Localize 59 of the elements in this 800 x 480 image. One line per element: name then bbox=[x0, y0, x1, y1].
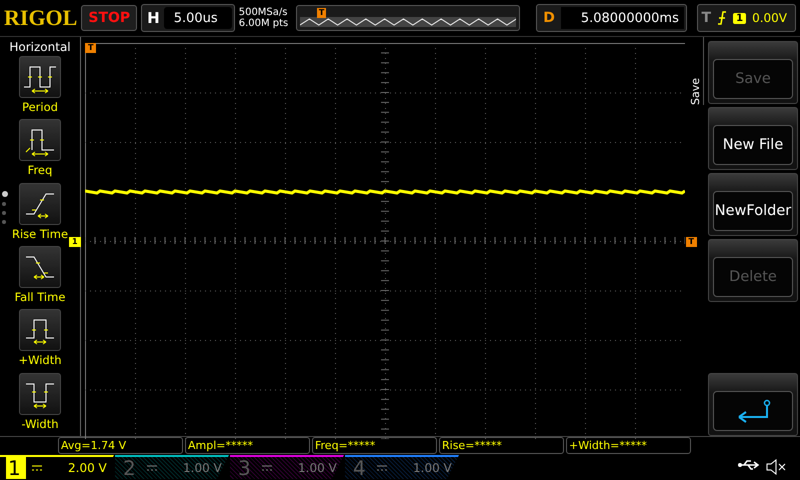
trigger-position-marker: T bbox=[85, 43, 96, 53]
measurement-readout: +Width=***** bbox=[566, 437, 691, 454]
dc-coupling-icon bbox=[262, 465, 272, 471]
channel-scale: 2.00 V bbox=[68, 461, 107, 475]
memory-depth: 6.00M pts bbox=[238, 18, 290, 29]
channel-tab[interactable]: 4 1.00 V bbox=[345, 455, 459, 479]
measure-icon[interactable] bbox=[19, 56, 61, 98]
channel-tab[interactable]: 1 2.00 V bbox=[0, 455, 114, 479]
measure-icon[interactable] bbox=[18, 246, 61, 288]
measure-icon[interactable] bbox=[19, 182, 61, 225]
menu-title: Horizontal bbox=[9, 40, 71, 54]
measure-label: Rise Time bbox=[12, 226, 68, 241]
run-stop-status[interactable]: STOP bbox=[81, 5, 138, 31]
measurement-readout: Ampl=***** bbox=[185, 437, 310, 454]
channel-scale: 1.00 V bbox=[413, 461, 452, 475]
trigger-display[interactable]: T 1 0.00V bbox=[696, 4, 796, 32]
measure-icon[interactable] bbox=[18, 309, 61, 352]
delay-label: D bbox=[543, 10, 555, 26]
softkey-button[interactable]: NewFolder bbox=[708, 173, 798, 236]
channel-number: 4 bbox=[352, 456, 367, 480]
timebase-display[interactable]: H 5.00us bbox=[141, 4, 235, 32]
softkey-button[interactable]: New File bbox=[708, 107, 798, 170]
delay-value: 5.08000000ms bbox=[560, 7, 684, 29]
measure-label: -Width bbox=[21, 416, 59, 431]
measurement-readout: Rise=***** bbox=[439, 437, 564, 454]
channel-tab[interactable]: 2 1.00 V bbox=[115, 455, 229, 479]
channel-offset-marker: 1 bbox=[69, 237, 81, 247]
menu-tab-title: Save bbox=[688, 76, 702, 105]
channel-scale: 1.00 V bbox=[183, 461, 222, 475]
trigger-source: 1 bbox=[733, 12, 746, 24]
measurement-readout: Freq=***** bbox=[312, 437, 437, 454]
delay-display[interactable]: D 5.08000000ms bbox=[536, 4, 687, 32]
back-button[interactable] bbox=[708, 373, 798, 436]
dc-coupling-icon bbox=[147, 465, 157, 471]
measure-label: Freq bbox=[28, 163, 52, 178]
measure-label: Fall Time bbox=[14, 290, 66, 304]
brand-logo: RIGOL bbox=[4, 5, 78, 31]
trigger-level: 0.00V bbox=[752, 11, 787, 25]
measure-label: Period bbox=[22, 100, 58, 114]
trigger-label: T bbox=[702, 10, 712, 26]
rising-edge-icon bbox=[717, 11, 728, 25]
channel-number: 1 bbox=[6, 456, 26, 480]
measure-icon[interactable] bbox=[19, 372, 61, 415]
measurement-readout: Avg=1.74 V bbox=[58, 437, 183, 454]
timebase-value: 5.00us bbox=[164, 7, 232, 29]
measure-icon[interactable] bbox=[19, 119, 61, 162]
sample-rate: 500MSa/s bbox=[238, 7, 288, 18]
channel-scale: 1.00 V bbox=[298, 461, 337, 475]
trigger-level-marker: T bbox=[686, 237, 697, 247]
measure-label: +Width bbox=[18, 353, 62, 368]
usb-icon bbox=[738, 459, 760, 471]
channel-tab[interactable]: 3 1.00 V bbox=[230, 455, 344, 479]
speaker-muted-icon bbox=[766, 459, 786, 475]
dc-coupling-icon bbox=[32, 465, 42, 471]
channel-number: 2 bbox=[122, 456, 137, 480]
channel-number: 3 bbox=[237, 456, 252, 480]
trigger-position-marker: T bbox=[316, 8, 326, 18]
dc-coupling-icon bbox=[377, 465, 387, 471]
timebase-label: H bbox=[147, 9, 160, 27]
